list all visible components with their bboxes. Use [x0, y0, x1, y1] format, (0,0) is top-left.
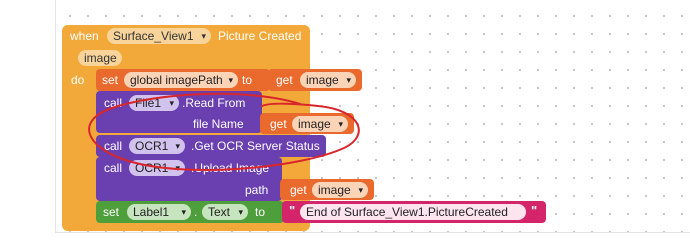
component-name: Surface_View1 [113, 29, 194, 43]
get-label: get [290, 183, 307, 197]
arg-label-file-name: file Name [193, 117, 244, 131]
get-value: image [298, 117, 331, 131]
do-label: do [71, 73, 85, 87]
to-label: to [255, 205, 266, 219]
call-label: call [104, 161, 123, 175]
ocr-component-dropdown[interactable]: OCR1 ▾ [129, 160, 185, 176]
chevron-down-icon: ▾ [169, 98, 174, 108]
dot-separator: . [194, 205, 198, 219]
event-parameter[interactable]: image [78, 50, 122, 66]
ocr-component-dropdown[interactable]: OCR1 ▾ [129, 138, 185, 154]
get-label: get [276, 73, 293, 87]
get-variable-dropdown[interactable]: image ▾ [292, 116, 348, 132]
get-variable-dropdown[interactable]: image ▾ [300, 72, 356, 88]
property-dropdown[interactable]: Text ▾ [202, 204, 248, 220]
variable-dropdown[interactable]: global imagePath ▾ [124, 72, 238, 88]
chevron-down-icon: ▾ [175, 141, 180, 151]
method-name: .Read From [182, 96, 246, 110]
method-name: .Get OCR Server Status [191, 139, 320, 153]
chevron-down-icon: ▾ [181, 207, 186, 217]
get-value: image [306, 73, 339, 87]
get-value: image [318, 183, 351, 197]
component-name: File1 [135, 96, 162, 110]
chevron-down-icon: ▾ [338, 119, 343, 129]
method-name: .Upload Image [191, 161, 270, 175]
chevron-down-icon: ▾ [358, 185, 363, 195]
to-label: to [242, 73, 253, 87]
close-quote: " [531, 203, 538, 218]
get-variable-dropdown[interactable]: image ▾ [312, 182, 368, 198]
property-name: Text [208, 205, 231, 219]
chevron-down-icon: ▾ [228, 75, 233, 85]
component-name: OCR1 [135, 139, 169, 153]
text-string-field[interactable]: End of Surface_View1.PictureCreated [300, 204, 526, 220]
set-label: set [103, 205, 120, 219]
chevron-down-icon: ▾ [201, 31, 206, 41]
chevron-down-icon: ▾ [238, 207, 243, 217]
label-component-dropdown[interactable]: Label1 ▾ [127, 204, 191, 220]
arg-label-path: path [245, 183, 269, 197]
chevron-down-icon: ▾ [175, 163, 180, 173]
call-label: call [104, 96, 123, 110]
get-label: get [270, 117, 287, 131]
component-name: OCR1 [135, 161, 169, 175]
set-label: set [102, 73, 119, 87]
call-label: call [104, 139, 123, 153]
event-name: Picture Created [218, 29, 302, 43]
when-label: when [70, 29, 99, 43]
variable-name: global imagePath [130, 73, 223, 87]
component-dropdown[interactable]: Surface_View1 ▾ [107, 28, 211, 44]
component-name: Label1 [133, 205, 170, 219]
chevron-down-icon: ▾ [346, 75, 351, 85]
open-quote: " [289, 203, 296, 218]
file-component-dropdown[interactable]: File1 ▾ [129, 95, 179, 111]
